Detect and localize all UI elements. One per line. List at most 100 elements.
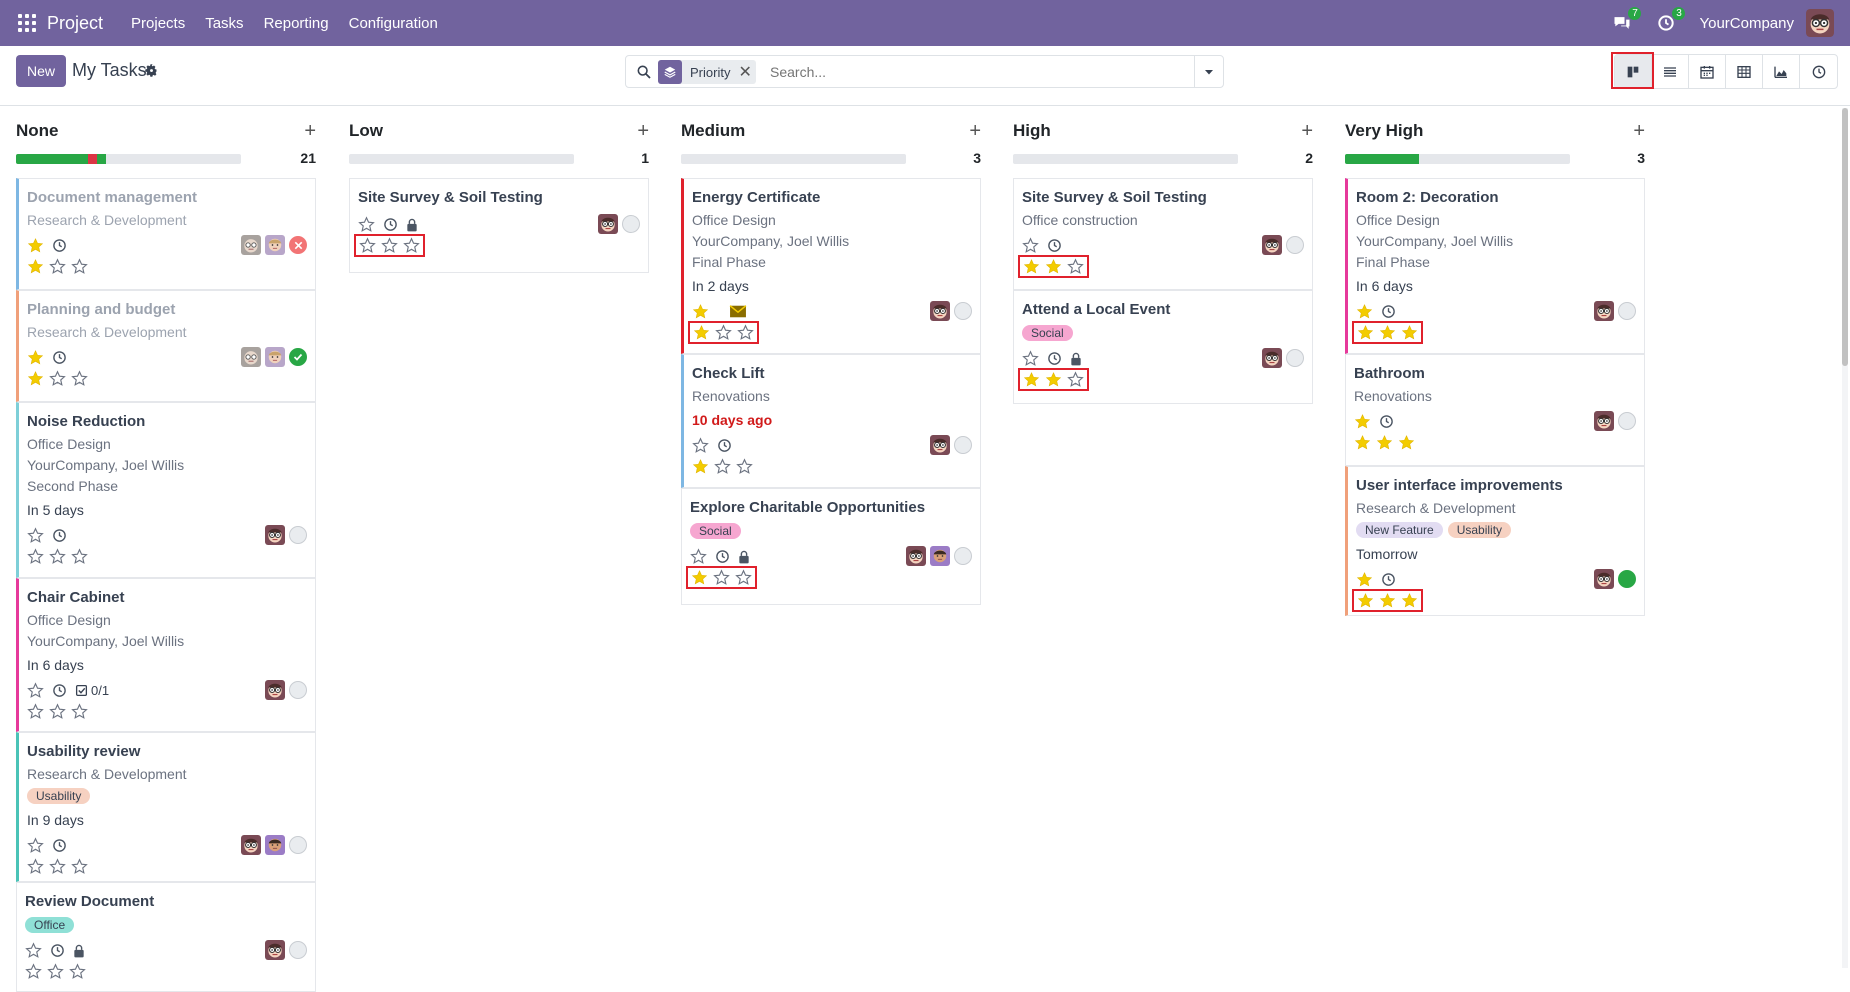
kanban-state-in-progress[interactable] <box>289 941 307 959</box>
priority-star-icon[interactable] <box>715 324 732 341</box>
activity-clock-icon[interactable] <box>1381 304 1396 319</box>
assignee-avatar[interactable] <box>1594 411 1614 431</box>
kanban-state-in-progress[interactable] <box>954 547 972 565</box>
gear-icon[interactable] <box>144 63 159 78</box>
priority-star-icon[interactable] <box>1023 258 1040 275</box>
priority-star-icon[interactable] <box>691 569 708 586</box>
priority-star-icon[interactable] <box>1379 592 1396 609</box>
priority-star-icon[interactable] <box>736 458 753 475</box>
priority-star-icon[interactable] <box>693 324 710 341</box>
activity-clock-icon[interactable] <box>1381 572 1396 587</box>
priority-star-icon[interactable] <box>735 569 752 586</box>
priority-stars[interactable] <box>25 963 86 980</box>
activity-clock-icon[interactable] <box>1047 238 1062 253</box>
favorite-star-icon[interactable] <box>25 942 42 959</box>
priority-star-icon[interactable] <box>1379 324 1396 341</box>
task-title[interactable]: Explore Charitable Opportunities <box>690 499 925 516</box>
priority-star-icon[interactable] <box>27 258 44 275</box>
favorite-star-icon[interactable] <box>27 349 44 366</box>
priority-star-icon[interactable] <box>71 858 88 875</box>
priority-stars[interactable] <box>1018 368 1089 391</box>
activity-clock-icon[interactable] <box>52 350 67 365</box>
company-switcher[interactable]: YourCompany <box>1699 15 1794 32</box>
task-title[interactable]: Planning and budget <box>27 301 175 318</box>
priority-star-icon[interactable] <box>49 858 66 875</box>
kanban-state-in-progress[interactable] <box>1618 412 1636 430</box>
favorite-star-icon[interactable] <box>1022 237 1039 254</box>
priority-star-icon[interactable] <box>1354 434 1371 451</box>
task-card[interactable]: User interface improvements Research & De… <box>1345 466 1645 616</box>
priority-stars[interactable] <box>1018 255 1089 278</box>
assignee-avatar[interactable] <box>265 235 285 255</box>
priority-star-icon[interactable] <box>49 258 66 275</box>
activity-clock-icon[interactable] <box>1379 414 1394 429</box>
priority-stars[interactable] <box>686 566 757 589</box>
priority-star-icon[interactable] <box>1023 371 1040 388</box>
priority-star-icon[interactable] <box>1067 258 1084 275</box>
assignee-avatar[interactable] <box>241 347 261 367</box>
progress-segment[interactable] <box>97 154 106 164</box>
pivot-view-button[interactable] <box>1726 55 1763 88</box>
add-task-plus-icon[interactable]: + <box>1301 121 1313 141</box>
task-title[interactable]: Attend a Local Event <box>1022 301 1170 318</box>
priority-stars[interactable] <box>27 370 88 387</box>
column-progress-bar[interactable] <box>349 154 574 164</box>
priority-star-icon[interactable] <box>1357 592 1374 609</box>
app-menu-icon[interactable] <box>18 14 36 32</box>
assignee-avatar[interactable] <box>930 546 950 566</box>
priority-star-icon[interactable] <box>27 703 44 720</box>
menu-configuration[interactable]: Configuration <box>349 15 438 32</box>
favorite-star-icon[interactable] <box>1356 303 1373 320</box>
task-title[interactable]: Bathroom <box>1354 365 1425 382</box>
assignee-avatar[interactable] <box>265 940 285 960</box>
activity-clock-icon[interactable] <box>715 549 730 564</box>
task-title[interactable]: Noise Reduction <box>27 413 145 430</box>
kanban-state-in-progress[interactable] <box>954 436 972 454</box>
task-card[interactable]: Usability review Research & Development Us… <box>16 732 316 882</box>
priority-star-icon[interactable] <box>1401 324 1418 341</box>
assignee-avatar[interactable] <box>906 546 926 566</box>
assignee-avatar[interactable] <box>1262 235 1282 255</box>
assignee-avatar[interactable] <box>1594 301 1614 321</box>
add-task-plus-icon[interactable]: + <box>1633 121 1645 141</box>
progress-segment[interactable] <box>1345 154 1420 164</box>
favorite-star-icon[interactable] <box>692 303 709 320</box>
progress-segment[interactable] <box>16 154 88 164</box>
priority-star-icon[interactable] <box>69 963 86 980</box>
list-view-button[interactable] <box>1652 55 1689 88</box>
activity-clock-icon[interactable] <box>52 238 67 253</box>
task-title[interactable]: Site Survey & Soil Testing <box>1022 189 1207 206</box>
favorite-star-icon[interactable] <box>1354 413 1371 430</box>
kanban-state-in-progress[interactable] <box>289 836 307 854</box>
search-options-toggle[interactable] <box>1194 56 1223 87</box>
kanban-state-in-progress[interactable] <box>622 215 640 233</box>
task-title[interactable]: Usability review <box>27 743 140 760</box>
priority-star-icon[interactable] <box>71 370 88 387</box>
priority-stars[interactable] <box>27 548 88 565</box>
new-button[interactable]: New <box>16 55 66 87</box>
search-input[interactable] <box>770 60 1180 84</box>
task-card[interactable]: Attend a Local Event Social <box>1013 290 1313 404</box>
task-title[interactable]: Check Lift <box>692 365 765 382</box>
task-card[interactable]: Noise Reduction Office Design YourCompany,… <box>16 402 316 578</box>
favorite-star-icon[interactable] <box>27 682 44 699</box>
assignee-avatar[interactable] <box>265 680 285 700</box>
column-progress-bar[interactable] <box>681 154 906 164</box>
task-title[interactable]: Room 2: Decoration <box>1356 189 1499 206</box>
priority-stars[interactable] <box>1354 434 1415 451</box>
menu-tasks[interactable]: Tasks <box>205 15 243 32</box>
priority-star-icon[interactable] <box>49 370 66 387</box>
app-brand[interactable]: Project <box>47 13 103 34</box>
priority-stars[interactable] <box>27 858 88 875</box>
column-title[interactable]: None <box>16 121 59 140</box>
subtask-counter[interactable]: 0/1 <box>75 683 109 698</box>
priority-star-icon[interactable] <box>1398 434 1415 451</box>
assignee-avatar[interactable] <box>241 835 261 855</box>
priority-stars[interactable] <box>27 703 88 720</box>
activity-clock-icon[interactable] <box>383 217 398 232</box>
task-card[interactable]: Planning and budget Research & Developmen… <box>16 290 316 402</box>
kanban-state-done[interactable] <box>289 348 307 366</box>
add-task-plus-icon[interactable]: + <box>304 121 316 141</box>
task-card[interactable]: Chair Cabinet Office Design YourCompany, J… <box>16 578 316 732</box>
priority-star-icon[interactable] <box>27 858 44 875</box>
